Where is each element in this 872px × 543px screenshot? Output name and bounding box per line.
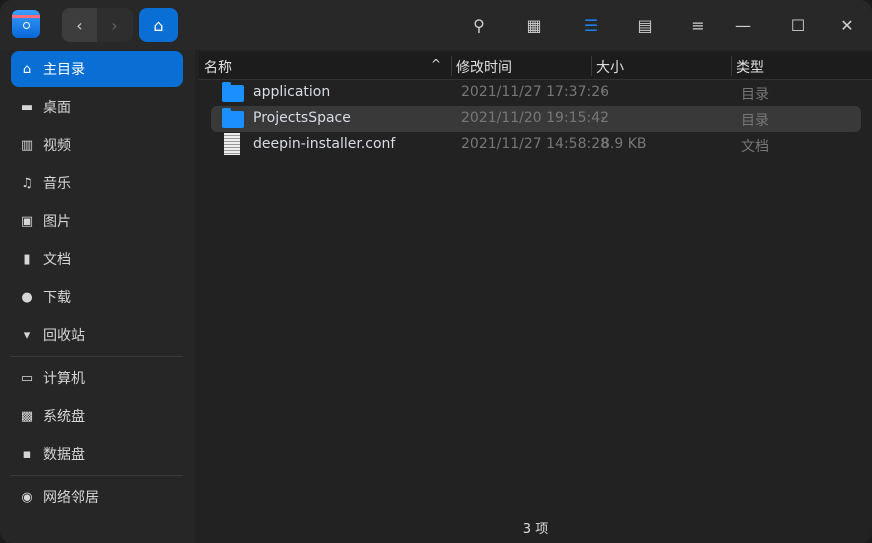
sidebar-item-label: 数据盘 [43,447,85,463]
file-type: 目录 [741,87,769,103]
sidebar-item-label: 下载 [43,290,71,306]
sidebar-item-trash[interactable]: ▾ 回收站 [11,317,183,353]
column-header: 名称 ^ 修改时间 大小 类型 [199,52,872,80]
breadcrumb-home-button[interactable]: ⌂ [139,8,178,42]
file-manager-window: ‹ › ⌂ ⚲ ▦ ☰ ▤ ≡ — ☐ ✕ ⌂ 主目录 ▬ 桌面 ▥ 视频 ♫ 音乐 ▣… [0,0,872,543]
music-icon: ♫ [21,175,33,191]
column-size[interactable]: 大小 [596,57,624,77]
trash-icon: ▾ [23,327,31,343]
file-time: 2021/11/27 17:37:26 [461,84,610,100]
nav-buttons: ‹ › [62,8,133,42]
sidebar-item-label: 回收站 [43,328,85,344]
maximize-icon: ☐ [790,15,806,35]
sidebar-item-label: 视频 [43,138,71,154]
file-list-area: 名称 ^ 修改时间 大小 类型 application 2021/11/27 1… [199,50,872,543]
sidebar-item-data-disk[interactable]: ▪ 数据盘 [11,436,183,472]
file-name: application [253,84,331,100]
file-name: ProjectsSpace [253,110,351,126]
desktop-icon: ▬ [20,99,34,115]
icon-view-button[interactable]: ▦ [519,10,549,40]
sidebar-item-label: 图片 [43,214,71,230]
disk-icon: ▩ [20,408,34,424]
detail-view-icon: ▤ [637,15,653,35]
column-type[interactable]: 类型 [736,57,764,77]
back-button[interactable]: ‹ [62,8,97,42]
sidebar-item-documents[interactable]: ▮ 文档 [11,241,183,277]
file-name: deepin-installer.conf [253,136,396,152]
forward-button[interactable]: › [97,8,132,42]
sidebar-item-label: 文档 [43,252,71,268]
file-type: 文档 [741,139,769,155]
search-button[interactable]: ⚲ [464,10,494,40]
file-size: 8.9 KB [601,136,647,152]
home-icon: ⌂ [153,15,164,35]
sidebar-divider [11,356,183,357]
home-icon: ⌂ [22,61,32,77]
sidebar-item-network[interactable]: ◉ 网络邻居 [11,479,183,515]
sidebar-item-computer[interactable]: ▭ 计算机 [11,360,183,396]
sidebar-item-desktop[interactable]: ▬ 桌面 [11,89,183,125]
file-size: - [601,84,607,100]
file-row-selected[interactable]: ProjectsSpace 2021/11/20 19:15:42 - 目录 [211,106,861,132]
sidebar-item-pictures[interactable]: ▣ 图片 [11,203,183,239]
document-icon: ▮ [23,251,31,267]
file-size: - [601,110,607,126]
grid-icon: ▦ [526,15,542,35]
file-row[interactable]: deepin-installer.conf 2021/11/27 14:58:2… [211,132,861,158]
sidebar-divider [11,475,183,476]
sort-ascending-icon[interactable]: ^ [431,57,441,71]
computer-icon: ▭ [20,370,34,386]
close-button[interactable]: ✕ [832,10,862,40]
network-icon: ◉ [21,489,33,505]
video-icon: ▥ [20,137,34,153]
detail-view-button[interactable]: ▤ [630,10,660,40]
list-view-button[interactable]: ☰ [576,10,606,40]
column-name[interactable]: 名称 [204,57,232,77]
close-icon: ✕ [840,15,854,35]
list-icon: ☰ [583,15,599,35]
file-type: 目录 [741,113,769,129]
sidebar-item-system-disk[interactable]: ▩ 系统盘 [11,398,183,434]
sidebar-item-label: 系统盘 [43,409,85,425]
menu-button[interactable]: ≡ [683,10,713,40]
status-bar: 3 项 [522,522,549,537]
sidebar: ⌂ 主目录 ▬ 桌面 ▥ 视频 ♫ 音乐 ▣ 图片 ▮ 文档 ● 下载 ▾ 回收站 ▭ 计算机 ▩… [0,50,195,543]
minimize-button[interactable]: — [728,10,758,40]
titlebar: ‹ › ⌂ ⚲ ▦ ☰ ▤ ≡ — ☐ ✕ [0,0,872,50]
sidebar-item-music[interactable]: ♫ 音乐 [11,165,183,201]
download-icon: ● [21,289,33,305]
picture-icon: ▣ [20,213,34,229]
sidebar-item-label: 桌面 [43,100,71,116]
folder-icon [222,108,244,128]
maximize-button[interactable]: ☐ [783,10,813,40]
file-time: 2021/11/20 19:15:42 [461,110,610,126]
file-row[interactable]: application 2021/11/27 17:37:26 - 目录 [211,80,861,106]
disk-icon: ▪ [22,446,32,462]
sidebar-item-home[interactable]: ⌂ 主目录 [11,51,183,87]
menu-icon: ≡ [691,15,705,35]
file-time: 2021/11/27 14:58:28 [461,136,610,152]
sidebar-item-label: 音乐 [43,176,71,192]
folder-icon [222,82,244,102]
sidebar-item-label: 网络邻居 [43,490,99,506]
column-modified-time[interactable]: 修改时间 [456,57,512,77]
app-logo-icon [12,10,40,38]
sidebar-item-label: 计算机 [43,371,85,387]
sidebar-item-videos[interactable]: ▥ 视频 [11,127,183,163]
text-file-icon [224,133,240,155]
sidebar-item-label: 主目录 [43,62,85,78]
search-icon: ⚲ [473,15,485,35]
minimize-icon: — [735,15,751,35]
sidebar-item-downloads[interactable]: ● 下载 [11,279,183,315]
